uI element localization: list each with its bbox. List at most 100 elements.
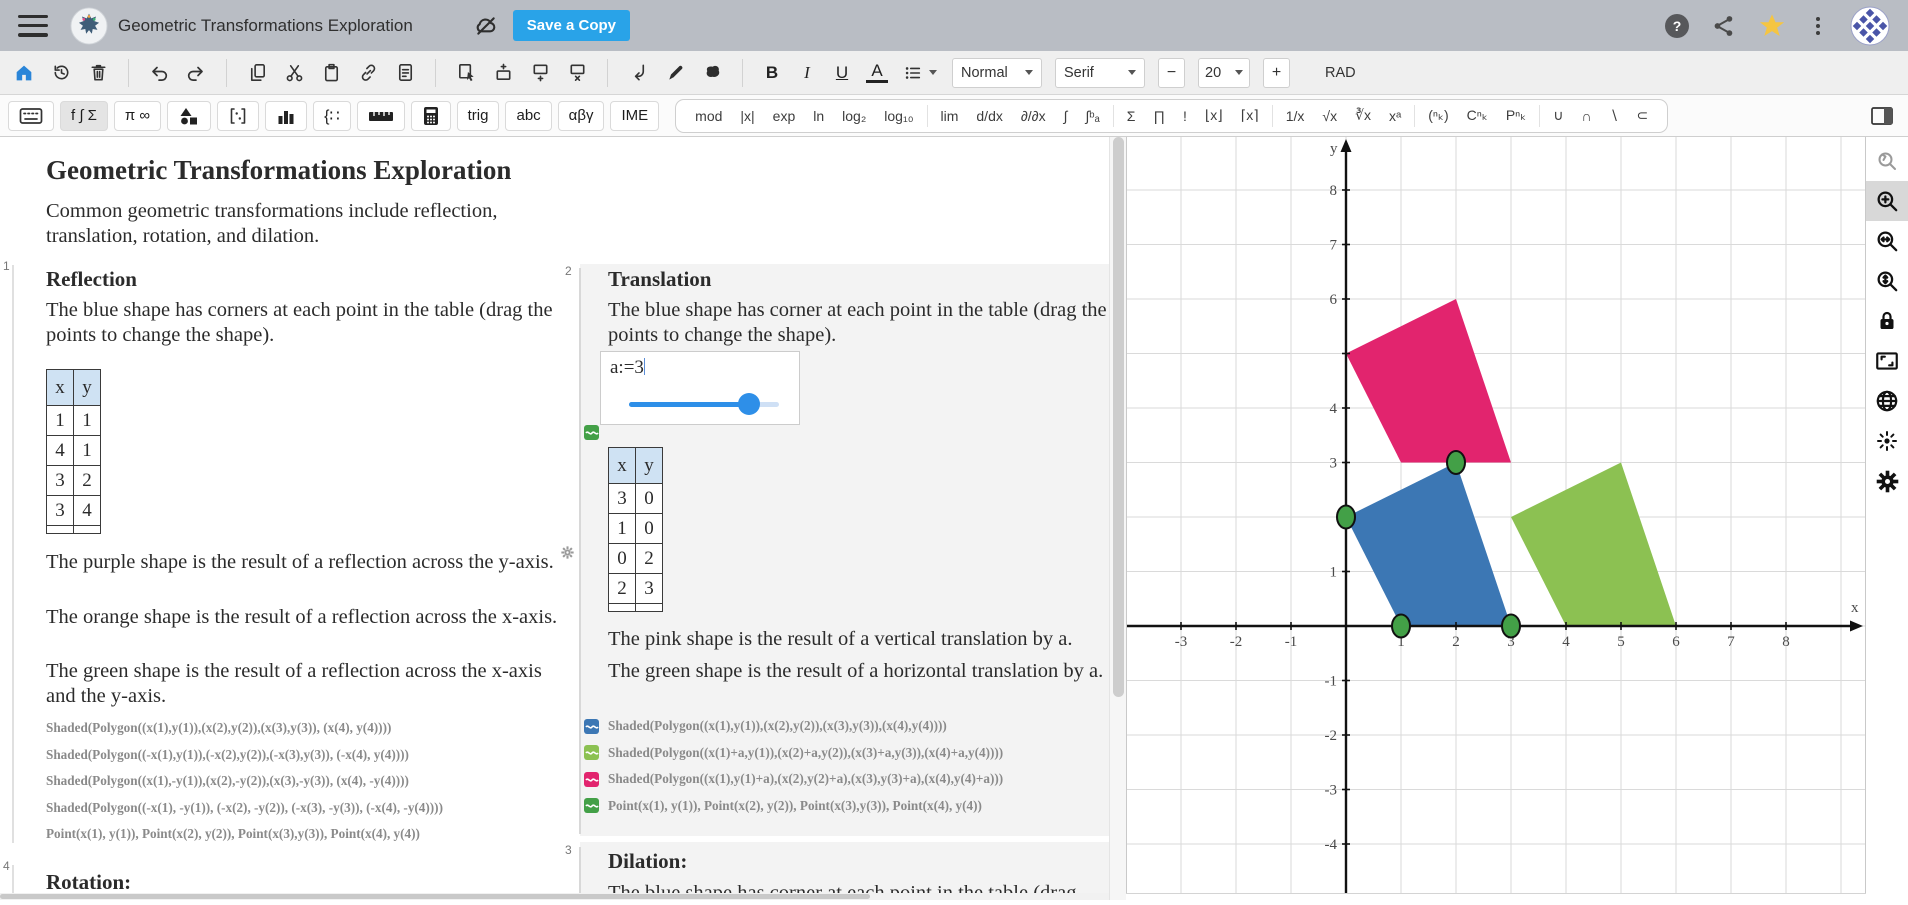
math-symbol-button[interactable]: ∛x [1346,107,1380,124]
pen-icon[interactable] [663,61,687,85]
slider-track[interactable] [629,402,779,407]
formula-line[interactable]: Shaded(Polygon((x(1),y(1)),(x(2),y(2)),(… [584,713,1003,740]
graph-panel[interactable]: -3-2-112345678-4-3-2-1134678xy [1126,137,1866,900]
angle-unit-button[interactable]: RAD [1325,65,1356,81]
math-symbol-button[interactable]: √x [1313,108,1346,124]
math-symbol-button[interactable]: (ⁿₖ) [1419,107,1457,124]
scrollbar-thumb[interactable] [1113,137,1124,697]
calculator-button[interactable] [411,101,451,131]
formula-line[interactable]: Shaded(Polygon((x(1),-y(1)),(x(2),-y(2))… [46,768,443,795]
table-cell[interactable]: 3 [609,484,636,514]
add-block-below-icon[interactable] [528,61,552,85]
undo-icon[interactable] [147,61,171,85]
font-size-decrease-button[interactable]: − [1158,58,1185,88]
history-icon[interactable] [49,61,73,85]
lock-icon[interactable] [1866,301,1908,341]
math-symbol-button[interactable]: lim [932,108,968,124]
coordinate-plane[interactable]: -3-2-112345678-4-3-2-1134678xy [1127,137,1865,900]
math-symbol-button[interactable]: ∏ [1144,108,1174,124]
math-symbol-button[interactable]: ln [804,108,833,124]
math-symbol-button[interactable]: ! [1174,108,1196,124]
table-cell[interactable]: 1 [609,514,636,544]
table-cell[interactable]: 1 [47,406,74,436]
chart-button[interactable] [265,101,307,131]
formula-line[interactable]: Shaded(Polygon((x(1),y(1)),(x(2),y(2)),(… [46,715,443,742]
table-cell[interactable]: 3 [636,574,663,604]
table-cell[interactable]: 2 [74,466,101,496]
home-button[interactable] [12,61,36,85]
save-a-copy-button[interactable]: Save a Copy [513,10,630,41]
redo-icon[interactable] [184,61,208,85]
table-cell[interactable]: 3 [47,496,74,526]
avatar[interactable] [1850,6,1890,46]
math-symbol-button[interactable]: Cⁿₖ [1458,107,1497,124]
cut-icon[interactable] [282,61,306,85]
draggable-point[interactable] [1447,451,1465,474]
math-symbol-button[interactable]: xᵃ [1380,108,1410,124]
slider-thumb[interactable] [738,393,760,415]
table-cell[interactable]: 0 [636,514,663,544]
settings-gear-icon[interactable] [1866,461,1908,501]
select-block-icon[interactable] [454,61,478,85]
keyboard-button[interactable] [8,101,54,131]
math-symbol-button[interactable]: ∩ [1572,108,1600,124]
list-style-button[interactable] [901,61,939,85]
brightness-icon[interactable] [1866,421,1908,461]
font-size-increase-button[interactable]: + [1263,58,1290,88]
math-symbol-button[interactable]: Σ [1118,108,1145,124]
ink-blob-icon[interactable] [700,61,724,85]
star-icon[interactable] [1758,12,1786,40]
abc-button[interactable]: abc [505,101,551,131]
functions-button[interactable]: f ∫ Σ [60,101,108,131]
link-icon[interactable] [356,61,380,85]
constants-button[interactable]: π ∞ [114,101,161,131]
math-symbol-button[interactable]: ∫ᵇₐ [1076,108,1108,124]
trig-button[interactable]: trig [457,101,500,131]
vertical-scrollbar[interactable] [1109,137,1126,900]
add-block-above-icon[interactable] [491,61,515,85]
visibility-toggle-icon[interactable] [584,425,599,445]
paragraph-style-select[interactable]: Normal [952,58,1042,88]
zoom-in-icon[interactable] [1866,181,1908,221]
table-cell[interactable]: 4 [74,496,101,526]
visibility-toggle-icon[interactable] [584,719,599,734]
math-symbol-button[interactable]: mod [686,108,731,124]
math-symbol-button[interactable]: ∪ [1544,107,1572,124]
formula-line[interactable]: Shaded(Polygon((-x(1),y(1)),(-x(2),y(2))… [46,742,443,769]
greek-button[interactable]: αβγ [558,101,605,131]
copy-icon[interactable] [245,61,269,85]
cases-button[interactable]: {∷ [313,101,351,131]
zoom-horizontal-icon[interactable] [1866,221,1908,261]
paste-special-icon[interactable] [393,61,417,85]
matrix-button[interactable] [217,101,259,131]
math-symbol-button[interactable]: 1/x [1277,108,1314,124]
ime-button[interactable]: IME [610,101,659,131]
table-cell[interactable]: 2 [636,544,663,574]
slider-expression[interactable]: a:=3 [610,357,645,379]
math-symbol-button[interactable]: ∫ [1055,108,1077,124]
green-shape[interactable] [1511,463,1676,627]
math-symbol-button[interactable]: |x| [731,108,763,124]
formula-line[interactable]: Point(x(1), y(1)), Point(x(2), y(2)), Po… [46,821,443,848]
bold-button[interactable]: B [761,63,783,83]
math-symbol-button[interactable]: ⊂ [1627,107,1657,124]
draggable-point[interactable] [1502,615,1520,638]
table-cell[interactable]: 0 [636,484,663,514]
math-symbol-button[interactable]: log₁₀ [875,108,922,124]
italic-button[interactable]: I [796,63,818,83]
visibility-toggle-icon[interactable] [584,798,599,813]
trash-icon[interactable] [86,61,110,85]
delete-block-icon[interactable] [565,61,589,85]
formula-line[interactable]: Shaded(Polygon((-x(1), -y(1)), (-x(2), -… [46,795,443,822]
table-cell[interactable]: 1 [74,406,101,436]
fullscreen-icon[interactable] [1866,341,1908,381]
formula-line[interactable]: Point(x(1), y(1)), Point(x(2), y(2)), Po… [584,793,1003,820]
draggable-point[interactable] [1392,615,1410,638]
underline-button[interactable]: U [831,63,853,83]
horizontal-scrollbar[interactable] [0,893,1109,900]
visibility-toggle-icon[interactable] [584,745,599,760]
math-symbol-button[interactable]: Pⁿₖ [1497,107,1535,124]
scrollbar-thumb[interactable] [0,894,870,899]
font-color-button[interactable]: A [866,62,888,83]
formula-line[interactable]: Shaded(Polygon((x(1),y(1)+a),(x(2),y(2)+… [584,766,1003,793]
